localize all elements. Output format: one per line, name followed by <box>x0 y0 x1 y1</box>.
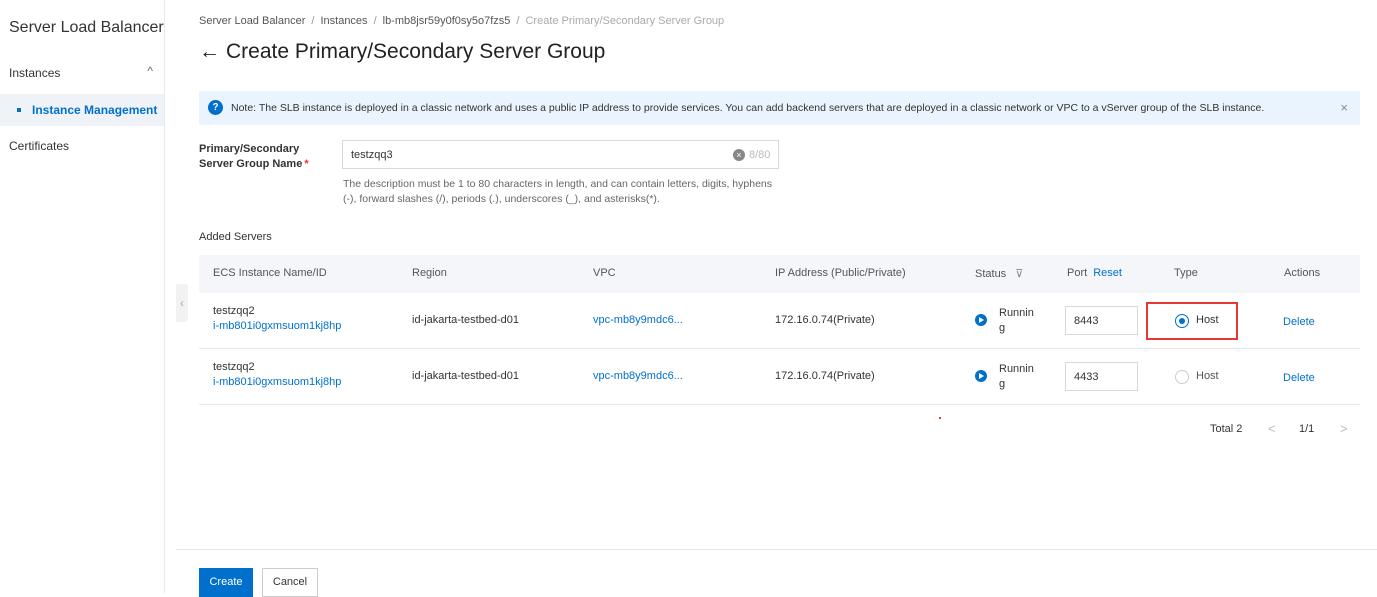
header-ip: IP Address (Public/Private) <box>775 267 906 279</box>
breadcrumb-item[interactable]: lb-mb8jsr59y0f0sy5o7fzs5 <box>383 15 511 27</box>
marker-dot <box>939 417 941 419</box>
notice-banner: ? Note: The SLB instance is deployed in … <box>199 91 1360 125</box>
region-cell: id-jakarta-testbed-d01 <box>412 314 520 326</box>
added-servers-label: Added Servers <box>199 231 272 243</box>
instance-name: testzqq2 <box>213 361 255 373</box>
required-mark: * <box>304 158 309 170</box>
port-input[interactable]: 8443 <box>1065 306 1138 335</box>
port-value: 8443 <box>1074 315 1099 327</box>
header-port-text: Port <box>1067 267 1088 279</box>
running-icon <box>975 370 987 382</box>
status-text: Running <box>999 363 1034 390</box>
breadcrumb: Server Load Balancer / Instances / lb-mb8jsr… <box>199 15 724 27</box>
instance-cell: testzqq2 i-mb801i0gxmsuom1kj8hp <box>213 360 341 390</box>
close-icon[interactable]: × <box>1340 100 1348 115</box>
ip-cell: 172.16.0.74(Private) <box>775 370 875 382</box>
delete-link[interactable]: Delete <box>1283 316 1315 328</box>
sidebar: Server Load Balancer Instances ^ Instanc… <box>0 0 165 593</box>
breadcrumb-item[interactable]: Instances <box>320 15 367 27</box>
bullet-icon <box>17 108 21 112</box>
running-icon <box>975 314 987 326</box>
sidebar-collapse-handle[interactable]: ‹ <box>176 284 188 322</box>
breadcrumb-separator: / <box>311 15 315 27</box>
page-title-text: Create Primary/Secondary Server Group <box>226 40 606 63</box>
group-name-value: testzqq3 <box>351 149 393 161</box>
delete-link[interactable]: Delete <box>1283 372 1315 384</box>
breadcrumb-separator: / <box>373 15 377 27</box>
notice-text: Note: The SLB instance is deployed in a … <box>231 102 1265 114</box>
page-title: ← Create Primary/Secondary Server Group <box>199 40 605 64</box>
region-cell: id-jakarta-testbed-d01 <box>412 370 520 382</box>
group-name-label-text: Primary/Secondary Server Group Name <box>199 143 303 170</box>
back-arrow-icon[interactable]: ← <box>199 40 220 63</box>
prev-page-icon[interactable]: < <box>1268 421 1276 436</box>
sidebar-item-certificates[interactable]: Certificates <box>9 139 69 153</box>
highlight-box <box>1146 302 1238 340</box>
group-name-input[interactable]: testzqq3 × 8/80 <box>342 140 779 169</box>
group-name-label: Primary/Secondary Server Group Name * <box>199 142 334 172</box>
instance-cell: testzqq2 i-mb801i0gxmsuom1kj8hp <box>213 304 341 334</box>
next-page-icon[interactable]: > <box>1340 421 1348 436</box>
sidebar-group-instances[interactable]: Instances ^ <box>9 64 157 80</box>
ip-cell: 172.16.0.74(Private) <box>775 314 875 326</box>
footer-divider <box>176 549 1377 550</box>
sidebar-item-label: Instance Management <box>32 103 158 117</box>
pagination-page: 1/1 <box>1299 423 1315 435</box>
port-reset-link[interactable]: Reset <box>1093 267 1122 279</box>
instance-id-link[interactable]: i-mb801i0gxmsuom1kj8hp <box>213 375 341 390</box>
table-row: testzqq2 i-mb801i0gxmsuom1kj8hp id-jakar… <box>199 349 1360 405</box>
filter-icon[interactable]: ⊽ <box>1015 268 1023 280</box>
chevron-up-icon[interactable]: ^ <box>147 64 153 78</box>
group-name-help: The description must be 1 to 80 characte… <box>343 178 772 205</box>
type-host-radio[interactable] <box>1175 370 1189 384</box>
sidebar-item-instance-management[interactable]: Instance Management <box>0 94 164 126</box>
header-vpc: VPC <box>593 267 616 279</box>
header-port: Port Reset <box>1067 267 1122 279</box>
breadcrumb-current: Create Primary/Secondary Server Group <box>525 15 725 27</box>
sidebar-group-label: Instances <box>9 66 61 80</box>
table-header: ECS Instance Name/ID Region VPC IP Addre… <box>199 255 1360 293</box>
breadcrumb-separator: / <box>516 15 520 27</box>
instance-id-link[interactable]: i-mb801i0gxmsuom1kj8hp <box>213 319 341 334</box>
char-count: 8/80 <box>749 149 771 161</box>
header-region: Region <box>412 267 447 279</box>
header-status: Status ⊽ <box>975 267 1023 280</box>
sidebar-title: Server Load Balancer <box>9 19 164 36</box>
pagination-total: Total 2 <box>1210 423 1243 435</box>
type-host-label: Host <box>1196 370 1219 382</box>
clear-icon[interactable]: × <box>733 149 745 161</box>
breadcrumb-item[interactable]: Server Load Balancer <box>199 15 305 27</box>
table-row: testzqq2 i-mb801i0gxmsuom1kj8hp id-jakar… <box>199 293 1360 349</box>
port-value: 4433 <box>1074 371 1099 383</box>
header-actions: Actions <box>1284 267 1321 279</box>
header-name: ECS Instance Name/ID <box>213 267 327 279</box>
port-input[interactable]: 4433 <box>1065 362 1138 391</box>
instance-name: testzqq2 <box>213 305 255 317</box>
question-icon: ? <box>208 100 223 115</box>
header-type: Type <box>1174 267 1198 279</box>
status-text: Running <box>999 307 1034 334</box>
header-status-text: Status <box>975 268 1007 280</box>
vpc-link[interactable]: vpc-mb8y9mdc6... <box>593 370 683 382</box>
vpc-link[interactable]: vpc-mb8y9mdc6... <box>593 314 683 326</box>
